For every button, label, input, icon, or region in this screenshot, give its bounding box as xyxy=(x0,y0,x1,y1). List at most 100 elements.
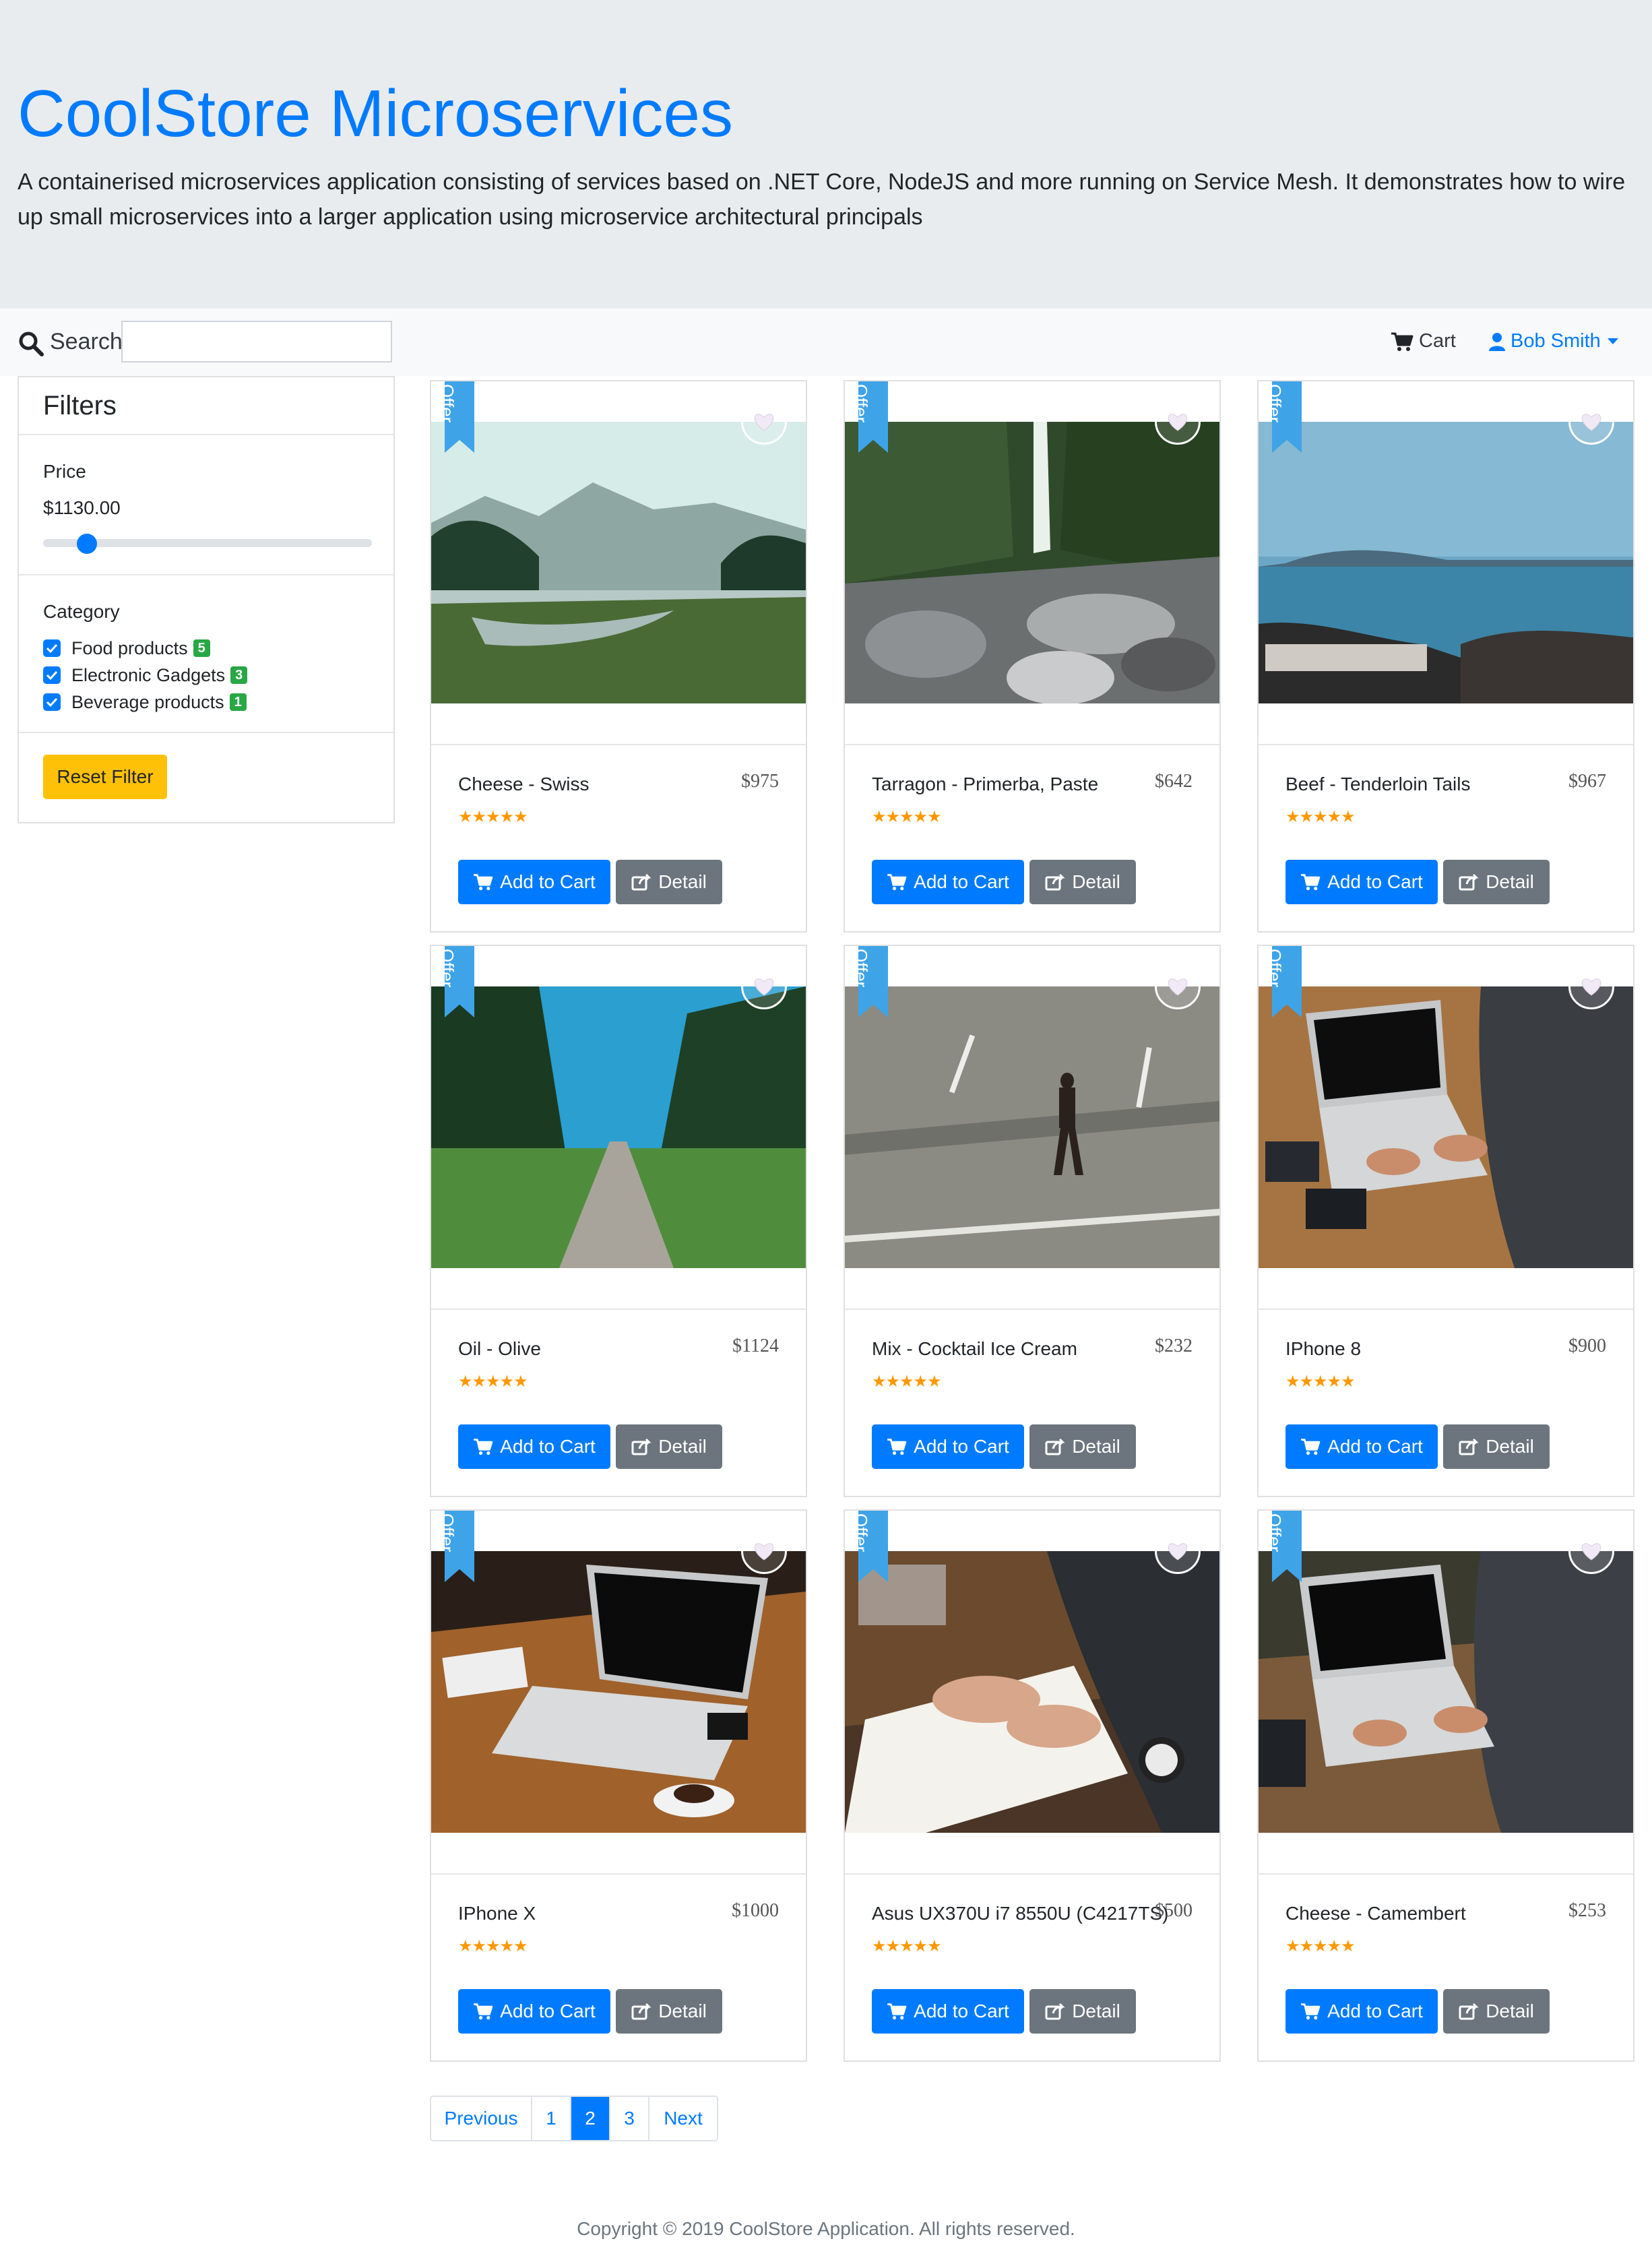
heart-icon[interactable] xyxy=(1568,1528,1614,1574)
product-price: $253 xyxy=(1568,1900,1606,1921)
heart-icon[interactable] xyxy=(1568,399,1614,445)
offer-label: Offer xyxy=(851,949,871,988)
cart-link[interactable]: Cart xyxy=(1391,330,1456,352)
category-label: Category xyxy=(43,601,120,622)
pagination-page-3[interactable]: 3 xyxy=(610,2097,649,2140)
product-name[interactable]: Mix - Cocktail Ice Cream xyxy=(872,1338,1077,1360)
heart-icon[interactable] xyxy=(1568,964,1614,1009)
heart-icon[interactable] xyxy=(741,399,787,445)
product-image[interactable] xyxy=(1259,422,1633,703)
add-to-cart-label: Add to Cart xyxy=(914,2001,1009,2021)
cart-icon xyxy=(887,1439,907,1455)
category-electronics[interactable]: Electronic Gadgets 3 xyxy=(43,663,248,687)
checkbox-checked-icon[interactable] xyxy=(43,693,61,711)
product-name[interactable]: Cheese - Camembert xyxy=(1285,1903,1466,1924)
page-title: CoolStore Microservices xyxy=(18,76,733,150)
product-image[interactable] xyxy=(431,1551,806,1833)
product-card[interactable]: Offer Mix - Cocktail Ice Cream $232 ★★★★★ Ad… xyxy=(844,945,1221,1497)
product-name[interactable]: IPhone X xyxy=(458,1903,536,1924)
product-card[interactable]: Offer Tarragon - Primerba, Paste $642 ★★★★★… xyxy=(844,380,1221,933)
pagination-next[interactable]: Next xyxy=(649,2097,717,2140)
footer-copyright: Copyright © 2019 CoolStore Application. … xyxy=(577,2218,1075,2239)
heart-icon[interactable] xyxy=(1155,399,1201,445)
filters-header: Filters xyxy=(19,377,393,435)
product-card[interactable]: Offer Beef - Tenderloin Tails $967 ★★★★★ Add… xyxy=(1257,380,1634,933)
category-food[interactable]: Food products 5 xyxy=(43,636,210,660)
product-price: $500 xyxy=(1155,1900,1193,1921)
pagination-page-2[interactable]: 2 xyxy=(571,2097,610,2140)
detail-label: Detail xyxy=(1072,1436,1120,1457)
detail-button[interactable]: Detail xyxy=(1029,860,1136,904)
product-name[interactable]: Oil - Olive xyxy=(458,1338,541,1360)
detail-button[interactable]: Detail xyxy=(616,1989,722,2034)
checkbox-checked-icon[interactable] xyxy=(43,666,61,684)
product-card[interactable]: Offer Cheese - Swiss $975 ★★★★★ Add to Cart D… xyxy=(430,380,807,933)
product-name[interactable]: IPhone 8 xyxy=(1285,1338,1361,1360)
user-menu[interactable]: Bob Smith xyxy=(1489,330,1618,352)
product-price: $967 xyxy=(1568,771,1606,792)
cart-icon xyxy=(1391,332,1413,351)
product-name[interactable]: Cheese - Swiss xyxy=(458,774,590,795)
heart-icon[interactable] xyxy=(741,1528,787,1574)
add-to-cart-button[interactable]: Add to Cart xyxy=(1285,860,1438,904)
detail-button[interactable]: Detail xyxy=(1443,1989,1550,2034)
add-to-cart-label: Add to Cart xyxy=(914,871,1009,892)
heart-icon[interactable] xyxy=(1155,964,1201,1009)
heart-icon[interactable] xyxy=(741,964,787,1009)
product-image[interactable] xyxy=(845,986,1219,1268)
product-card[interactable]: Offer Cheese - Camembert $253 ★★★★★ Add to C… xyxy=(1257,1509,1634,2062)
detail-label: Detail xyxy=(1072,2001,1120,2021)
product-card[interactable]: Offer IPhone X $1000 ★★★★★ Add to Cart Detail xyxy=(430,1509,807,2062)
search-input[interactable] xyxy=(121,321,392,363)
filters-title: Filters xyxy=(43,391,117,420)
detail-button[interactable]: Detail xyxy=(1029,1989,1136,2034)
offer-label: Offer xyxy=(437,1513,457,1552)
cart-icon xyxy=(474,874,493,891)
add-to-cart-button[interactable]: Add to Cart xyxy=(1285,1424,1438,1469)
product-price: $975 xyxy=(741,771,779,792)
product-card[interactable]: Offer Asus UX370U i7 8550U (C4217TS) $500 ★… xyxy=(844,1509,1221,2062)
checkbox-checked-icon[interactable] xyxy=(43,639,61,657)
product-image[interactable] xyxy=(431,422,806,703)
product-image[interactable] xyxy=(845,422,1219,703)
add-to-cart-button[interactable]: Add to Cart xyxy=(458,860,610,904)
product-image[interactable] xyxy=(1259,1551,1633,1833)
detail-button[interactable]: Detail xyxy=(616,1424,722,1469)
product-price: $1000 xyxy=(732,1900,779,1921)
detail-label: Detail xyxy=(1486,871,1534,892)
heart-icon[interactable] xyxy=(1155,1528,1201,1574)
divider xyxy=(1259,1309,1633,1310)
reset-filter-button[interactable]: Reset Filter xyxy=(43,755,167,799)
add-to-cart-button[interactable]: Add to Cart xyxy=(872,860,1024,904)
category-beverage[interactable]: Beverage products 1 xyxy=(43,690,247,714)
share-icon xyxy=(1459,873,1479,891)
product-image[interactable] xyxy=(845,1551,1219,1833)
jumbotron xyxy=(0,0,1652,309)
pagination-previous[interactable]: Previous xyxy=(431,2097,532,2140)
divider xyxy=(1259,1873,1633,1875)
add-to-cart-button[interactable]: Add to Cart xyxy=(1285,1989,1438,2034)
product-card[interactable]: Offer Oil - Olive $1124 ★★★★★ Add to Cart Det… xyxy=(430,945,807,1497)
detail-label: Detail xyxy=(1072,871,1120,892)
price-slider-thumb[interactable] xyxy=(77,534,97,554)
rating-stars: ★★★★★ xyxy=(458,808,528,826)
add-to-cart-button[interactable]: Add to Cart xyxy=(458,1989,610,2034)
add-to-cart-button[interactable]: Add to Cart xyxy=(872,1424,1024,1469)
product-image[interactable] xyxy=(431,986,806,1268)
add-to-cart-button[interactable]: Add to Cart xyxy=(458,1424,610,1469)
product-image[interactable] xyxy=(1259,986,1633,1268)
detail-button[interactable]: Detail xyxy=(1443,860,1550,904)
detail-button[interactable]: Detail xyxy=(1029,1424,1136,1469)
product-name[interactable]: Beef - Tenderloin Tails xyxy=(1285,774,1470,795)
add-to-cart-label: Add to Cart xyxy=(500,2001,596,2021)
detail-button[interactable]: Detail xyxy=(616,860,722,904)
pagination-page-1[interactable]: 1 xyxy=(532,2097,571,2140)
product-name[interactable]: Tarragon - Primerba, Paste xyxy=(872,774,1098,795)
add-to-cart-button[interactable]: Add to Cart xyxy=(872,1989,1024,2034)
product-card[interactable]: Offer IPhone 8 $900 ★★★★★ Add to Cart Detail xyxy=(1257,945,1634,1497)
price-label: Price xyxy=(43,461,86,482)
share-icon xyxy=(631,873,652,891)
offer-label: Offer xyxy=(437,949,457,988)
product-name[interactable]: Asus UX370U i7 8550U (C4217TS) xyxy=(872,1903,1168,1924)
detail-button[interactable]: Detail xyxy=(1443,1424,1550,1469)
